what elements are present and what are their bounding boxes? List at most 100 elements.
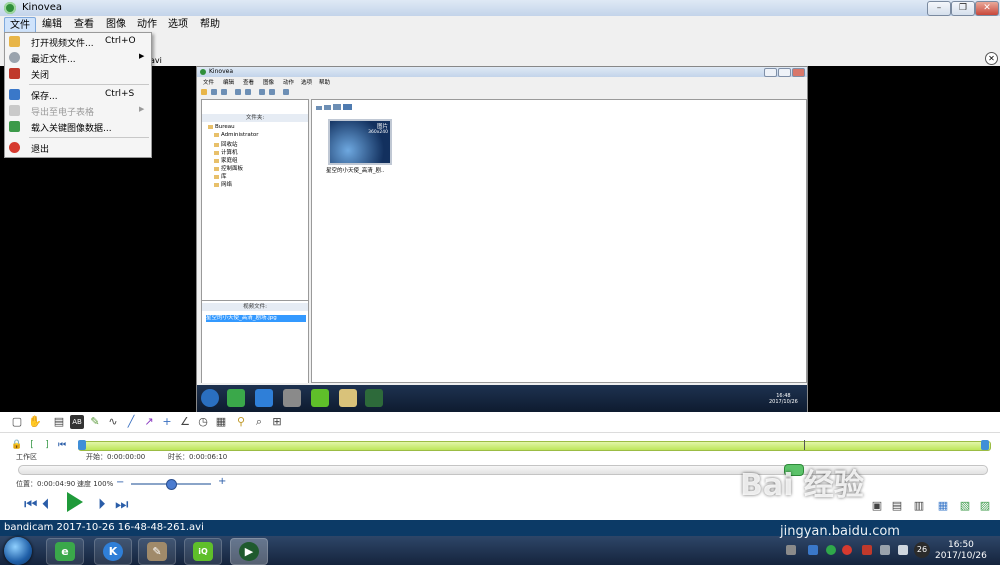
frame-start-icon bbox=[201, 389, 219, 407]
menu-motion[interactable]: 动作 bbox=[132, 17, 162, 32]
last-frame-button[interactable]: ⏭ bbox=[115, 495, 129, 513]
frame-menu-item: 帮助 bbox=[319, 80, 331, 86]
tray-volume-icon[interactable] bbox=[898, 545, 908, 555]
clock-time: 16:50 bbox=[947, 540, 974, 550]
taskbar-app-paint[interactable]: ✎ bbox=[138, 538, 176, 565]
chrono-icon[interactable]: ◷ bbox=[196, 415, 210, 429]
curve-icon[interactable]: ∿ bbox=[106, 415, 120, 429]
frame-taskbar-icon bbox=[227, 389, 245, 407]
label-tool-icon[interactable]: AB bbox=[70, 415, 84, 429]
taskbar-app-iqiyi[interactable]: iQ bbox=[184, 538, 222, 565]
menu-image[interactable]: 图像 bbox=[101, 17, 131, 32]
keyframe-icon[interactable]: ▤ bbox=[52, 415, 66, 429]
frame-menu-bar: 文件 编辑 查看 图像 动作 选项 帮助 bbox=[197, 77, 807, 87]
menu-item-load-keyframes[interactable]: 载入关键图像数据... bbox=[5, 119, 151, 135]
speed-decrease-icon[interactable]: − bbox=[116, 477, 124, 488]
save-icon bbox=[9, 89, 20, 100]
goto-start-icon[interactable]: ⏮ bbox=[55, 438, 69, 452]
next-frame-button[interactable]: ⏵ bbox=[98, 495, 106, 513]
play-button[interactable] bbox=[67, 492, 83, 512]
pencil-icon[interactable]: ✎ bbox=[88, 415, 102, 429]
duration-time: 时长：0:00:06:10 bbox=[168, 453, 228, 461]
previous-frame-button[interactable]: ⏴ bbox=[42, 495, 50, 513]
title-bar: Kinovea – ❐ ✕ bbox=[0, 0, 1000, 16]
menu-item-export-spreadsheet[interactable]: 导出至电子表格 ▶ bbox=[5, 103, 151, 119]
angle-icon[interactable]: ∠ bbox=[178, 415, 192, 429]
menu-edit[interactable]: 编辑 bbox=[37, 17, 67, 32]
hand-tool-icon[interactable]: ✋ bbox=[28, 415, 42, 429]
menu-separator bbox=[29, 137, 149, 138]
tray-shield-icon[interactable] bbox=[808, 545, 818, 555]
speed-readout: 速度 100% bbox=[77, 480, 114, 488]
lock-icon[interactable]: 🔒 bbox=[10, 438, 24, 452]
system-clock[interactable]: 16:50 2017/10/26 bbox=[935, 540, 987, 562]
taskbar-app-browser[interactable]: e bbox=[46, 538, 84, 565]
menu-item-exit[interactable]: 退出 bbox=[5, 140, 151, 156]
minimize-button[interactable]: – bbox=[927, 1, 951, 16]
tray-circle-icon[interactable] bbox=[826, 545, 836, 555]
frame-tree-item: 回收站 bbox=[214, 140, 238, 148]
frame-toolbar-icon bbox=[235, 89, 241, 95]
save-data-icon[interactable]: ▧ bbox=[958, 499, 972, 513]
line-icon[interactable]: ╱ bbox=[124, 415, 138, 429]
arrow-icon[interactable]: ↗ bbox=[142, 415, 156, 429]
coordinates-icon[interactable]: ⊞ bbox=[270, 415, 284, 429]
working-zone-end-handle[interactable] bbox=[981, 440, 989, 450]
snapshot-icon[interactable]: ▣ bbox=[870, 499, 884, 513]
menu-item-recent-files[interactable]: 最近文件... ▶ bbox=[5, 50, 151, 66]
tray-badge[interactable]: 26 bbox=[914, 542, 930, 558]
start-button[interactable] bbox=[4, 537, 32, 565]
magnifier-icon[interactable]: ⌕ bbox=[252, 415, 266, 429]
frame-open-icon bbox=[201, 89, 207, 95]
menu-item-open-video[interactable]: 打开视频文件... Ctrl+O bbox=[5, 34, 151, 50]
frame-tree-item: 库 bbox=[214, 172, 227, 180]
taskbar-app-kinovea[interactable]: ▶ bbox=[230, 538, 268, 565]
frame-taskbar: 16:48 2017/10/26 bbox=[197, 385, 807, 413]
grid-icon[interactable]: ▦ bbox=[214, 415, 228, 429]
drawing-toolbar: ▢ ✋ ▤ AB ✎ ∿ ╱ ↗ + ∠ ◷ ▦ ⚲ ⌕ ⊞ bbox=[0, 412, 1000, 433]
paint-icon: ✎ bbox=[147, 542, 167, 561]
new-document-icon[interactable]: ▢ bbox=[10, 415, 24, 429]
tray-keyboard-icon[interactable] bbox=[786, 545, 796, 555]
frame-tree-item: Administrator bbox=[214, 132, 259, 138]
close-window-button[interactable]: ✕ bbox=[975, 1, 999, 16]
frame-app-icon bbox=[200, 69, 206, 75]
position-readout: 位置：0:00:04:90 bbox=[16, 480, 76, 488]
speed-slider-thumb[interactable] bbox=[165, 479, 177, 490]
first-frame-button[interactable]: ⏮ bbox=[24, 495, 38, 513]
save-keyframes-icon[interactable]: ▨ bbox=[978, 499, 992, 513]
menu-item-close[interactable]: 关闭 bbox=[5, 66, 151, 82]
frame-menu-item: 图像 bbox=[263, 80, 275, 86]
frame-folders-header: 文件夹: bbox=[202, 114, 308, 122]
taskbar-app-kinovea-k[interactable]: K bbox=[94, 538, 132, 565]
kinovea-icon: ▶ bbox=[239, 542, 259, 561]
menu-view[interactable]: 查看 bbox=[69, 17, 99, 32]
frame-menu-item: 文件 bbox=[203, 80, 215, 86]
speed-increase-icon[interactable]: + bbox=[218, 476, 226, 487]
export-icon[interactable]: ▦ bbox=[936, 499, 950, 513]
maximize-button[interactable]: ❐ bbox=[951, 1, 975, 16]
menu-item-save[interactable]: 保存... Ctrl+S bbox=[5, 87, 151, 103]
file-menu-dropdown: 打开视频文件... Ctrl+O 最近文件... ▶ 关闭 保存... Ctrl… bbox=[4, 32, 152, 158]
load-data-icon bbox=[9, 121, 20, 132]
watermark-url: jingyan.baidu.com bbox=[780, 524, 900, 539]
tray-network-icon[interactable] bbox=[880, 545, 890, 555]
set-end-icon[interactable]: ] bbox=[40, 438, 54, 452]
frame-taskbar-icon bbox=[255, 389, 273, 407]
multi-snapshot-icon[interactable]: ▤ bbox=[890, 499, 904, 513]
spotlight-icon[interactable]: ⚲ bbox=[234, 415, 248, 429]
menu-help[interactable]: 帮助 bbox=[195, 17, 225, 32]
tray-qq-icon[interactable] bbox=[842, 545, 852, 555]
tray-flag-icon[interactable] bbox=[862, 545, 872, 555]
frame-tree-item: 网络 bbox=[214, 180, 232, 188]
working-zone-start-handle[interactable] bbox=[78, 440, 86, 450]
working-zone-timeline[interactable] bbox=[78, 441, 991, 451]
frame-toolbar-icon bbox=[269, 89, 275, 95]
save-video-icon[interactable]: ▥ bbox=[912, 499, 926, 513]
menu-options[interactable]: 选项 bbox=[163, 17, 193, 32]
set-start-icon[interactable]: [ bbox=[25, 438, 39, 452]
recent-files-icon bbox=[9, 52, 20, 63]
frame-menu-item: 选项 bbox=[301, 80, 313, 86]
cross-marker-icon[interactable]: + bbox=[160, 415, 174, 429]
close-screen-icon[interactable]: ✕ bbox=[985, 52, 998, 65]
